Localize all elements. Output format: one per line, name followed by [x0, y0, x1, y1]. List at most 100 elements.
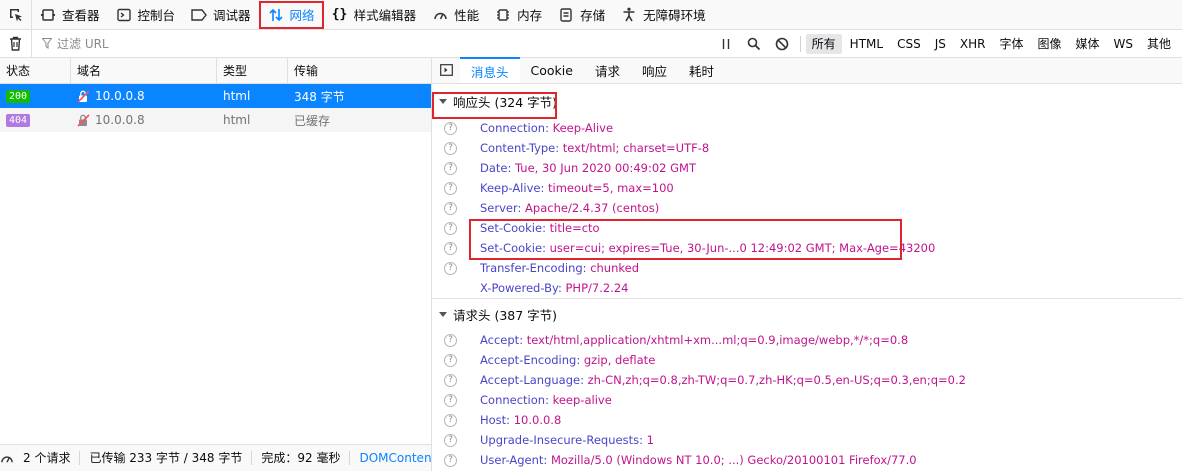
filter-type-ws[interactable]: WS [1108, 34, 1139, 54]
column-header-type[interactable]: 类型 [217, 58, 288, 83]
help-icon[interactable]: ? [444, 161, 457, 175]
header-row: ? Transfer-Encoding: chunked [432, 258, 1182, 278]
help-icon[interactable]: ? [444, 201, 457, 215]
header-value: 1 [646, 433, 654, 447]
pause-button[interactable] [712, 30, 740, 58]
filter-type-media[interactable]: 媒体 [1069, 34, 1105, 54]
tab-accessibility[interactable]: 无障碍环境 [613, 0, 714, 30]
help-icon[interactable]: ? [444, 221, 457, 235]
help-icon[interactable]: ? [444, 373, 457, 387]
header-value: 10.0.0.8 [513, 413, 562, 427]
tab-network[interactable]: 网络 [258, 0, 324, 29]
filter-type-js[interactable]: JS [929, 34, 952, 54]
filter-type-html[interactable]: HTML [844, 34, 889, 54]
network-status-bar: 2 个请求 已传输 233 字节 / 348 字节 完成：92 毫秒 DOMCo… [0, 444, 432, 471]
help-icon[interactable]: ? [444, 353, 457, 367]
pause-icon [722, 38, 729, 49]
devtools-toolbar: 查看器 控制台 调试器 网络 {} 样式编辑器 性能 内存 存储 无障碍环境 [0, 0, 1182, 30]
tab-debugger[interactable]: 调试器 [183, 0, 259, 30]
header-value: Apache/2.4.37 (centos) [525, 201, 660, 215]
performance-icon [432, 7, 448, 23]
header-value: chunked [590, 261, 640, 275]
request-headers-section[interactable]: 请求头 (387 字节) [432, 298, 1182, 330]
tab-style-editor[interactable]: {} 样式编辑器 [324, 0, 425, 30]
filter-type-images[interactable]: 图像 [1031, 34, 1067, 54]
filter-type-xhr[interactable]: XHR [954, 34, 992, 54]
performance-analysis-button[interactable] [0, 452, 14, 465]
tab-memory[interactable]: 内存 [487, 0, 550, 30]
tab-params[interactable]: 请求 [584, 57, 631, 83]
block-button[interactable] [768, 30, 796, 58]
filter-url-input[interactable]: 过滤 URL [32, 30, 712, 58]
request-transferred: 已缓存 [294, 113, 331, 128]
header-name: Content-Type: [480, 141, 560, 155]
tab-label: 内存 [517, 8, 543, 23]
panel-toggle-icon [439, 64, 453, 76]
help-icon[interactable]: ? [444, 333, 457, 347]
response-headers-list: ? Connection: Keep-Alive ? Content-Type: t… [432, 118, 1182, 298]
request-headers-title: 请求头 (387 字节) [453, 308, 558, 323]
header-row: ? Upgrade-Insecure-Requests: 1 [432, 430, 1182, 450]
header-value: text/html,application/xhtml+xm...ml;q=0.… [526, 333, 909, 347]
tab-label: 控制台 [137, 8, 176, 23]
request-domain: 10.0.0.8 [95, 113, 145, 127]
element-picker-button[interactable] [0, 0, 32, 30]
header-row: ? Date: Tue, 30 Jun 2020 00:49:02 GMT [432, 158, 1182, 178]
header-row: ? Connection: keep-alive [432, 390, 1182, 410]
help-icon[interactable]: ? [444, 433, 457, 447]
help-icon[interactable]: ? [444, 181, 457, 195]
tab-storage[interactable]: 存储 [550, 0, 613, 30]
filter-type-other[interactable]: 其他 [1141, 34, 1177, 54]
header-row: ? Connection: Keep-Alive [432, 118, 1182, 138]
tab-console[interactable]: 控制台 [108, 0, 184, 30]
header-name: Server: [480, 201, 522, 215]
header-name: Connection: [480, 121, 549, 135]
response-headers-section[interactable]: 响应头 (324 字节) [432, 84, 1182, 118]
toggle-sidebar-button[interactable] [432, 57, 460, 83]
expand-triangle-icon [439, 312, 447, 317]
table-row[interactable]: 404 10.0.0.8 html 已缓存 [0, 108, 431, 132]
tab-timings[interactable]: 耗时 [678, 57, 725, 83]
tab-response[interactable]: 响应 [631, 57, 678, 83]
tab-inspector[interactable]: 查看器 [32, 0, 108, 30]
column-header-domain[interactable]: 域名 [71, 58, 217, 83]
header-value: gzip, deflate [583, 353, 656, 367]
header-value: PHP/7.2.24 [565, 281, 629, 295]
header-value: user=cui; expires=Tue, 30-Jun-...0 12:49… [549, 241, 936, 255]
tab-cookies[interactable]: Cookie [520, 57, 584, 83]
request-domain: 10.0.0.8 [95, 89, 145, 103]
filter-placeholder: 过滤 URL [57, 37, 109, 51]
help-icon[interactable]: ? [444, 393, 457, 407]
request-list: 状态 域名 类型 传输 200 10.0.0.8 html 348 字节 404… [0, 58, 432, 444]
help-icon[interactable]: ? [444, 453, 457, 467]
header-value: Keep-Alive [552, 121, 614, 135]
column-header-status[interactable]: 状态 [0, 58, 71, 83]
filter-type-fonts[interactable]: 字体 [993, 34, 1029, 54]
help-icon[interactable]: ? [444, 121, 457, 135]
trash-icon [10, 36, 21, 51]
style-editor-icon: {} [331, 7, 348, 22]
clear-button[interactable] [0, 29, 32, 58]
header-name: Accept: [480, 333, 524, 347]
header-row: ? Set-Cookie: title=cto [432, 218, 1182, 238]
header-row: ? Keep-Alive: timeout=5, max=100 [432, 178, 1182, 198]
tab-headers[interactable]: 消息头 [460, 57, 520, 83]
search-button[interactable] [740, 30, 768, 58]
tab-performance[interactable]: 性能 [424, 0, 487, 30]
details-tabs: 消息头 Cookie 请求 响应 耗时 [432, 57, 1182, 84]
help-icon[interactable]: ? [444, 261, 457, 275]
header-value: title=cto [549, 221, 600, 235]
filter-type-css[interactable]: CSS [891, 34, 927, 54]
header-name: Upgrade-Insecure-Requests: [480, 433, 643, 447]
column-header-transferred[interactable]: 传输 [288, 58, 431, 83]
status-badge: 200 [6, 89, 31, 103]
help-icon[interactable]: ? [444, 413, 457, 427]
table-row[interactable]: 200 10.0.0.8 html 348 字节 [0, 84, 431, 108]
header-name: Keep-Alive: [480, 181, 545, 195]
tab-label: 调试器 [213, 8, 251, 23]
header-row: ? Accept-Language: zh-CN,zh;q=0.8,zh-TW;q… [432, 370, 1182, 390]
help-icon[interactable]: ? [444, 241, 457, 255]
filter-type-all[interactable]: 所有 [805, 33, 842, 54]
help-icon[interactable]: ? [444, 141, 457, 155]
tab-label: 存储 [580, 8, 606, 23]
